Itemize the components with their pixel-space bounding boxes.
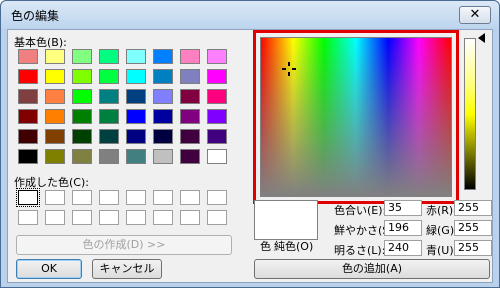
basic-color-swatch[interactable] <box>207 49 227 64</box>
basic-color-swatch[interactable] <box>45 89 65 104</box>
color-preview <box>254 200 318 240</box>
sat-input[interactable]: 196 <box>384 220 422 236</box>
basic-color-swatch[interactable] <box>180 149 200 164</box>
green-input[interactable]: 255 <box>454 220 492 236</box>
basic-color-swatch[interactable] <box>45 149 65 164</box>
basic-color-swatch[interactable] <box>18 69 38 84</box>
custom-color-swatch[interactable] <box>180 190 200 205</box>
basic-color-swatch[interactable] <box>207 109 227 124</box>
custom-color-swatch[interactable] <box>45 210 65 225</box>
basic-color-swatch[interactable] <box>18 109 38 124</box>
basic-color-swatch[interactable] <box>72 69 92 84</box>
basic-color-swatch[interactable] <box>99 89 119 104</box>
custom-colors-label: 作成した色(C): <box>14 176 89 189</box>
solid-label[interactable]: 純色(O) <box>274 238 313 254</box>
custom-color-swatch[interactable] <box>99 210 119 225</box>
crosshair-icon[interactable] <box>282 62 296 76</box>
red-input[interactable]: 255 <box>454 200 492 216</box>
basic-color-swatch[interactable] <box>99 49 119 64</box>
basic-color-swatch[interactable] <box>180 89 200 104</box>
custom-color-swatch[interactable] <box>180 210 200 225</box>
basic-color-swatch[interactable] <box>207 129 227 144</box>
basic-color-swatch[interactable] <box>126 129 146 144</box>
luminance-slider[interactable] <box>464 38 476 190</box>
basic-color-swatch[interactable] <box>99 69 119 84</box>
basic-color-swatch[interactable] <box>126 89 146 104</box>
basic-color-swatch[interactable] <box>126 149 146 164</box>
define-custom-colors-button[interactable]: 色の作成(D) >> <box>16 235 232 255</box>
ok-button[interactable]: OK <box>16 259 82 279</box>
close-icon: ✕ <box>469 7 481 22</box>
basic-color-swatch[interactable] <box>45 69 65 84</box>
basic-color-swatch[interactable] <box>207 89 227 104</box>
custom-color-swatch[interactable] <box>153 190 173 205</box>
basic-color-swatch[interactable] <box>207 149 227 164</box>
title-bar[interactable]: 色の編集 ✕ <box>1 1 499 29</box>
basic-color-swatch[interactable] <box>180 49 200 64</box>
basic-color-swatch[interactable] <box>126 49 146 64</box>
basic-color-swatch[interactable] <box>18 89 38 104</box>
dialog-title: 色の編集 <box>11 9 60 23</box>
basic-color-swatch[interactable] <box>72 109 92 124</box>
basic-color-swatch[interactable] <box>18 49 38 64</box>
basic-color-swatch[interactable] <box>126 69 146 84</box>
basic-color-swatch[interactable] <box>207 69 227 84</box>
custom-color-swatch[interactable] <box>18 210 38 225</box>
basic-color-swatch[interactable] <box>180 129 200 144</box>
add-to-custom-colors-button[interactable]: 色の追加(A) <box>254 259 490 279</box>
custom-color-swatch[interactable] <box>126 190 146 205</box>
close-button[interactable]: ✕ <box>459 6 491 24</box>
cancel-button[interactable]: キャンセル <box>92 259 162 279</box>
basic-color-swatch[interactable] <box>153 49 173 64</box>
basic-color-swatch[interactable] <box>18 149 38 164</box>
color-label: 色 <box>260 240 271 253</box>
custom-color-swatch[interactable] <box>207 210 227 225</box>
custom-color-swatch[interactable] <box>72 190 92 205</box>
hue-input[interactable]: 35 <box>384 200 422 216</box>
basic-color-swatch[interactable] <box>18 129 38 144</box>
blue-label: 青(U): <box>426 244 458 257</box>
basic-color-swatch[interactable] <box>180 69 200 84</box>
custom-color-swatch[interactable] <box>99 190 119 205</box>
basic-color-swatch[interactable] <box>153 89 173 104</box>
custom-color-swatch[interactable] <box>126 210 146 225</box>
basic-color-swatch[interactable] <box>99 129 119 144</box>
basic-color-swatch[interactable] <box>99 149 119 164</box>
basic-color-swatch[interactable] <box>45 129 65 144</box>
custom-color-swatch[interactable] <box>45 190 65 205</box>
basic-colors-label: 基本色(B): <box>14 36 67 49</box>
basic-color-swatch[interactable] <box>72 89 92 104</box>
luminance-arrow-icon[interactable] <box>478 33 485 43</box>
hue-label: 色合い(E): <box>334 204 387 217</box>
custom-color-swatch[interactable] <box>72 210 92 225</box>
lum-input[interactable]: 240 <box>384 240 422 256</box>
basic-color-swatch[interactable] <box>99 109 119 124</box>
spectrum-highlight <box>253 30 459 204</box>
custom-color-swatch[interactable] <box>207 190 227 205</box>
custom-color-swatch[interactable] <box>16 188 40 207</box>
basic-color-swatch[interactable] <box>45 49 65 64</box>
basic-color-swatch[interactable] <box>153 149 173 164</box>
dialog-body: 基本色(B): 作成した色(C): 色の作成(D) >> OK キャンセル 色 … <box>7 29 493 283</box>
basic-color-swatch[interactable] <box>72 149 92 164</box>
basic-color-swatch[interactable] <box>72 49 92 64</box>
color-spectrum[interactable] <box>260 37 452 197</box>
basic-color-swatch[interactable] <box>153 109 173 124</box>
basic-color-swatch[interactable] <box>153 69 173 84</box>
red-label: 赤(R): <box>426 204 457 217</box>
custom-color-swatch[interactable] <box>153 210 173 225</box>
basic-color-swatch[interactable] <box>153 129 173 144</box>
lum-label: 明るさ(L): <box>334 244 386 257</box>
basic-color-swatch[interactable] <box>180 109 200 124</box>
basic-color-swatch[interactable] <box>126 109 146 124</box>
basic-color-swatch[interactable] <box>45 109 65 124</box>
blue-input[interactable]: 255 <box>454 240 492 256</box>
basic-color-swatch[interactable] <box>72 129 92 144</box>
color-dialog: 色の編集 ✕ 基本色(B): 作成した色(C): 色の作成(D) >> OK キ… <box>0 0 500 288</box>
